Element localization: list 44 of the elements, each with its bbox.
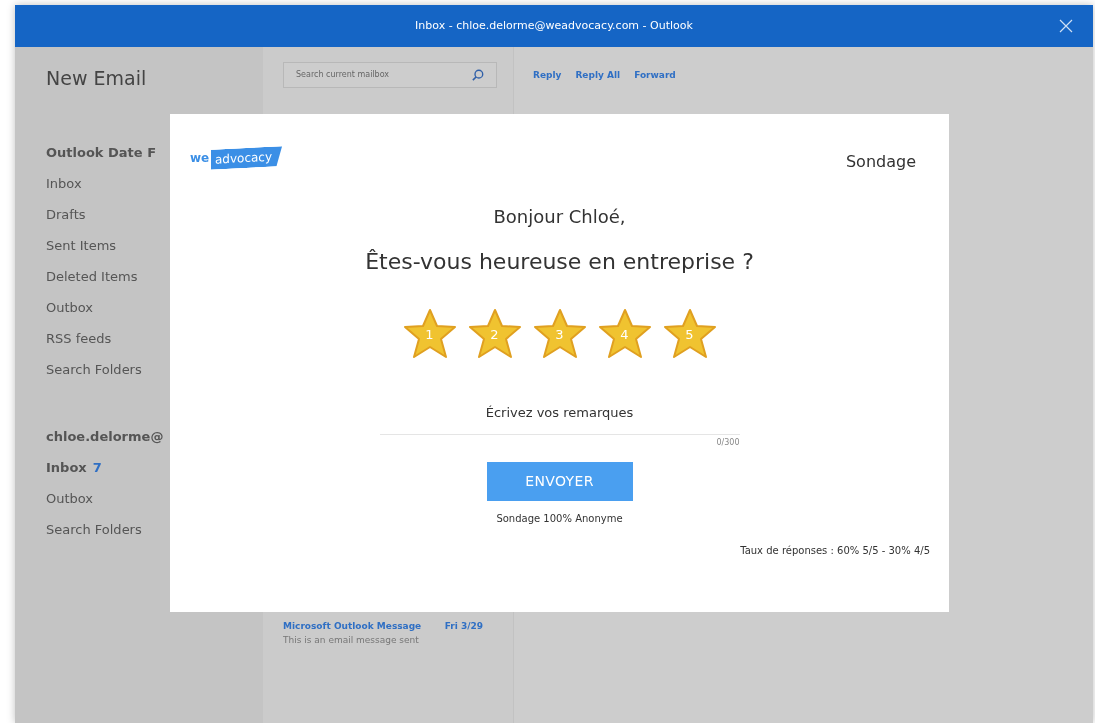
message-date: Fri 3/29	[444, 620, 483, 633]
star-number: 4	[619, 327, 630, 343]
character-counter: 0/300	[716, 437, 740, 449]
folder-item[interactable]: Outbox	[46, 483, 94, 514]
search-icon[interactable]	[472, 69, 484, 81]
comment-placeholder: Écrivez vos remarques	[485, 405, 634, 420]
message-preview: This is an email message sent	[283, 634, 420, 647]
folder-item[interactable]: Inbox	[46, 452, 87, 483]
window-title: Inbox - chloe.delorme@weadvocacy.com - Outlook	[415, 17, 693, 34]
star-icon[interactable]	[402, 308, 457, 360]
search-placeholder: Search current mailbox	[296, 69, 390, 81]
star-icon[interactable]	[662, 308, 717, 360]
submit-button[interactable]: ENVOYER	[486, 462, 633, 501]
action-link[interactable]: Reply	[533, 69, 562, 83]
folder-item[interactable]: Outbox	[46, 292, 94, 323]
star-number: 5	[684, 327, 695, 343]
star-number: 1	[424, 327, 435, 343]
folder-item[interactable]: RSS feeds	[46, 323, 112, 354]
star-icon[interactable]	[597, 308, 652, 360]
action-link[interactable]: Forward	[634, 69, 676, 83]
message-subject: Microsoft Outlook Message	[283, 620, 422, 633]
folder-item[interactable]: Inbox	[46, 168, 82, 199]
question: Êtes-vous heureuse en entreprise ?	[365, 248, 754, 276]
anonymous-note: Sondage 100% Anonyme	[496, 512, 623, 526]
greeting: Bonjour Chloé,	[493, 205, 626, 229]
star-icon[interactable]	[532, 308, 587, 360]
response-stats: Taux de réponses : 60% 5/5 - 30% 4/5	[740, 544, 930, 558]
folder-item[interactable]: Sent Items	[46, 230, 117, 261]
action-link[interactable]: Reply All	[575, 69, 621, 83]
star-icon[interactable]	[467, 308, 522, 360]
folder-item[interactable]: Search Folders	[46, 354, 142, 385]
folder-item[interactable]: Drafts	[46, 199, 86, 230]
comment-field[interactable]: Écrivez vos remarques	[379, 400, 740, 435]
survey-label: Sondage	[845, 151, 917, 173]
star-number: 2	[489, 327, 500, 343]
folder-item[interactable]: Search Folders	[46, 514, 142, 545]
close-icon[interactable]	[1059, 19, 1073, 33]
unread-count: 7	[92, 459, 102, 477]
folder-item[interactable]: Deleted Items	[46, 261, 138, 292]
logo-text: we	[190, 150, 210, 167]
star-number: 3	[554, 327, 565, 343]
logo-badge: advocacy	[211, 146, 283, 170]
search-field[interactable]: Search current mailbox	[283, 62, 497, 88]
new-email-button[interactable]: New Email	[46, 64, 263, 92]
